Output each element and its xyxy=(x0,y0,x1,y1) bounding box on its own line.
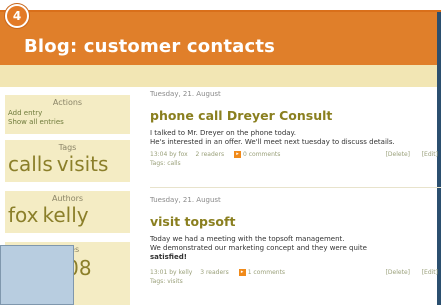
post-title-link[interactable]: phone call Dreyer Consult xyxy=(150,108,441,123)
edit-link[interactable]: [Edit] xyxy=(422,269,438,276)
post-readers: 3 readers xyxy=(200,269,229,276)
post-entry: Tuesday, 21. August visit topsoft Today … xyxy=(150,196,441,285)
post-meta: 13:04 by fox 2 readers ▸ 0 comments [Dele… xyxy=(150,151,441,160)
authors-box: Authors fox kelly xyxy=(5,191,130,233)
post-body-line: I talked to Mr. Dreyer on the phone toda… xyxy=(150,129,296,137)
tag-visits-link[interactable]: visits xyxy=(57,152,109,176)
add-entry-link[interactable]: Add entry xyxy=(8,109,130,118)
post-body: I talked to Mr. Dreyer on the phone toda… xyxy=(150,129,441,147)
author-kelly-link[interactable]: kelly xyxy=(43,203,89,227)
blog-header: Blog: customer contacts xyxy=(0,10,441,67)
post-meta: 13:01 by kelly 3 readers ▸ 1 comments [De… xyxy=(150,269,441,278)
actions-title: Actions xyxy=(52,98,83,107)
post-date: Tuesday, 21. August xyxy=(150,196,221,204)
post-date: Tuesday, 21. August xyxy=(150,90,221,98)
header-subbar xyxy=(0,65,441,87)
tag-cloud: calls visits xyxy=(8,152,130,176)
show-all-entries-link[interactable]: Show all entries xyxy=(8,118,130,127)
comments-link[interactable]: ▸ 0 comments xyxy=(234,151,280,158)
rss-icon: ▸ xyxy=(234,151,241,158)
post-readers: 2 readers xyxy=(195,151,225,158)
author-fox-link[interactable]: fox xyxy=(8,203,39,227)
post-title-link[interactable]: visit topsoft xyxy=(150,214,441,229)
authors-title: Authors xyxy=(51,194,84,203)
post-body: Today we had a meeting with the topsoft … xyxy=(150,235,441,262)
blog-title: Blog: customer contacts xyxy=(24,36,276,57)
tags-box: Tags calls visits xyxy=(5,140,130,182)
tag-calls-link[interactable]: calls xyxy=(8,152,53,176)
author-cloud: fox kelly xyxy=(8,203,130,227)
step-badge: 4 xyxy=(5,4,29,28)
edit-link[interactable]: [Edit] xyxy=(422,151,438,158)
post-body-line: satisfied! xyxy=(150,253,187,261)
post-body-line: Today we had a meeting with the topsoft … xyxy=(150,235,345,243)
rss-icon: ▸ xyxy=(238,269,246,276)
post-tags[interactable]: Tags: calls xyxy=(150,160,441,167)
post-divider xyxy=(150,187,441,188)
delete-link[interactable]: [Delete] xyxy=(386,269,410,276)
post-body-line: He's interested in an offer. We'll meet … xyxy=(150,138,395,146)
post-time-author: 13:01 by kelly xyxy=(150,269,193,276)
post-list: Tuesday, 21. August phone call Dreyer Co… xyxy=(150,87,441,305)
tags-title: Tags xyxy=(58,143,77,152)
comments-link[interactable]: ▸ 1 comments xyxy=(238,269,285,276)
delete-link[interactable]: [Delete] xyxy=(386,151,410,158)
post-tags[interactable]: Tags: visits xyxy=(150,278,441,285)
post-body-line: We demonstrated our marketing concept an… xyxy=(150,244,367,252)
overlay-panel xyxy=(0,245,74,305)
actions-box: Actions Add entry Show all entries xyxy=(5,95,130,134)
post-entry: Tuesday, 21. August phone call Dreyer Co… xyxy=(150,90,441,167)
post-time-author: 13:04 by fox xyxy=(150,151,188,158)
blog-window: Blog: customer contacts 4 Actions Add en… xyxy=(0,0,441,305)
